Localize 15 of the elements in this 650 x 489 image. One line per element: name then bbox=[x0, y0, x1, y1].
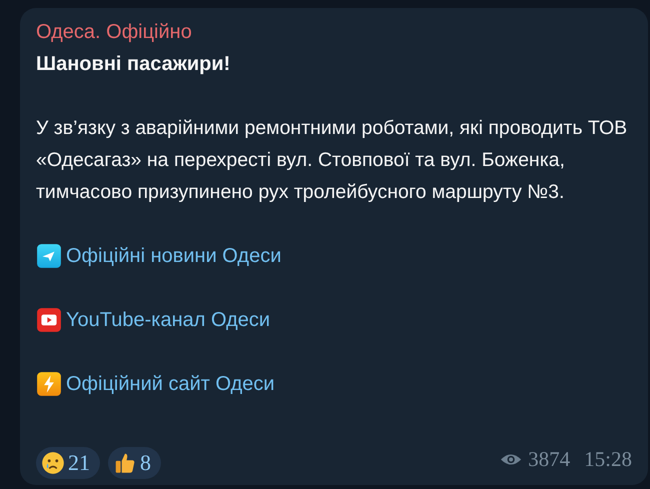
crying-face-icon bbox=[40, 450, 66, 476]
message-greeting: Шановні пасажири! bbox=[36, 52, 232, 77]
message-text: У зв’язку з аварійними ремонтними роботами, які проводить ТОВ «Одесагаз» на перехресті вул. Стовпової та вул. Боженка, тимчасово призупинено рух тролейбусного маршруту №3. bbox=[36, 116, 628, 205]
message-time: 15:28 bbox=[584, 446, 632, 473]
channel-name[interactable]: Одеса. Офіційно bbox=[36, 16, 192, 48]
play-icon bbox=[36, 307, 62, 333]
lightning-icon bbox=[36, 371, 62, 397]
reaction-button[interactable]: 8 bbox=[108, 447, 161, 479]
link[interactable]: Офіційні новини Одеси bbox=[66, 240, 282, 272]
reaction-button[interactable]: 21 bbox=[36, 447, 100, 479]
eye-icon bbox=[500, 452, 522, 466]
view-count: 3874 bbox=[528, 446, 570, 473]
paper-plane-icon bbox=[36, 243, 62, 269]
link[interactable]: YouTube-канал Одеси bbox=[66, 304, 270, 336]
link[interactable]: Офіційний сайт Одеси bbox=[66, 368, 275, 400]
